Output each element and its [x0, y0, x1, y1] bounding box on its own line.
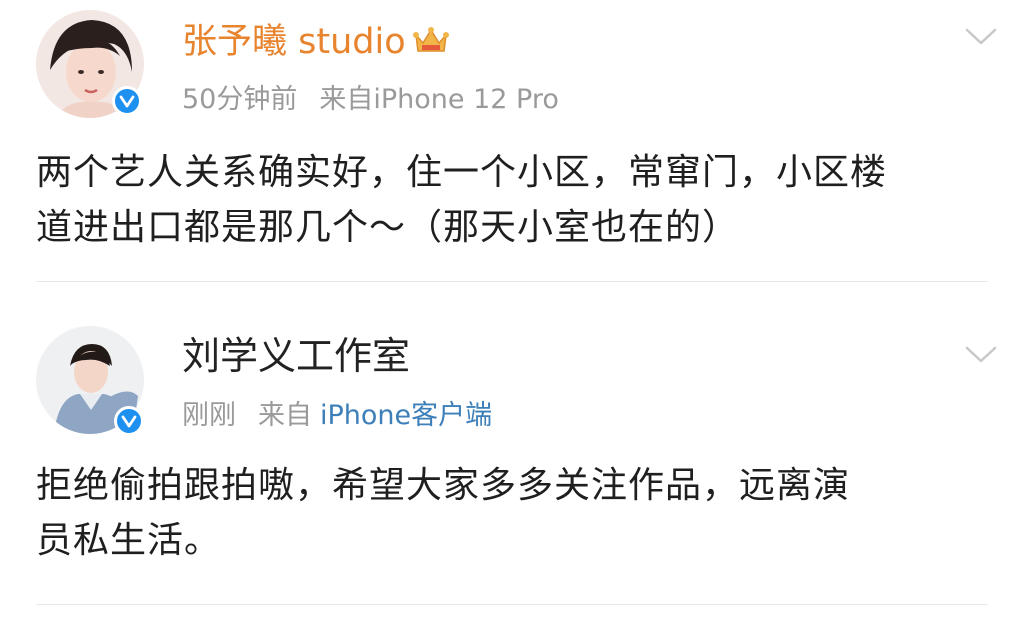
chevron-down-icon[interactable]: [964, 26, 998, 48]
author-name[interactable]: 张予曦 studio: [182, 22, 450, 66]
post-time: 刚刚: [182, 400, 236, 431]
author-name-text[interactable]: 张予曦 studio: [182, 22, 406, 62]
post-time: 50分钟前: [182, 84, 298, 115]
post-content-line: 拒绝偷拍跟拍嗷，希望大家多多关注作品，远离演: [36, 465, 851, 506]
author-name[interactable]: 刘学义工作室: [182, 336, 410, 376]
post-content-line: 员私生活。: [36, 520, 222, 561]
source-client-link[interactable]: iPhone客户端: [320, 400, 492, 431]
source-client: iPhone 12 Pro: [373, 84, 559, 115]
verified-badge-icon: [112, 86, 142, 116]
source-prefix: 来自: [258, 400, 312, 431]
post-card: 张予曦 studio 50分钟前 来自iPhone 12 Pro 两个艺人关系确实…: [0, 0, 1024, 282]
post-meta: 50分钟前 来自iPhone 12 Pro: [182, 84, 559, 116]
crown-icon: [412, 25, 450, 66]
divider: [36, 281, 988, 282]
source-prefix: 来自: [319, 84, 374, 115]
divider: [36, 604, 988, 605]
post-content-line: 道进出口都是那几个～（那天小室也在的）: [36, 207, 740, 248]
verified-badge-icon: [114, 406, 144, 436]
post-content-line: 两个艺人关系确实好，住一个小区，常窜门，小区楼: [36, 152, 888, 193]
post-meta: 刚刚 来自 iPhone客户端: [182, 400, 492, 432]
post-content: 两个艺人关系确实好，住一个小区，常窜门，小区楼 道进出口都是那几个～（那天小室也…: [36, 145, 998, 255]
post-card: 刘学义工作室 刚刚 来自 iPhone客户端 拒绝偷拍跟拍嗷，希望大家多多关注作品，…: [0, 300, 1024, 618]
chevron-down-icon[interactable]: [964, 344, 998, 366]
post-content: 拒绝偷拍跟拍嗷，希望大家多多关注作品，远离演 员私生活。: [36, 458, 998, 568]
